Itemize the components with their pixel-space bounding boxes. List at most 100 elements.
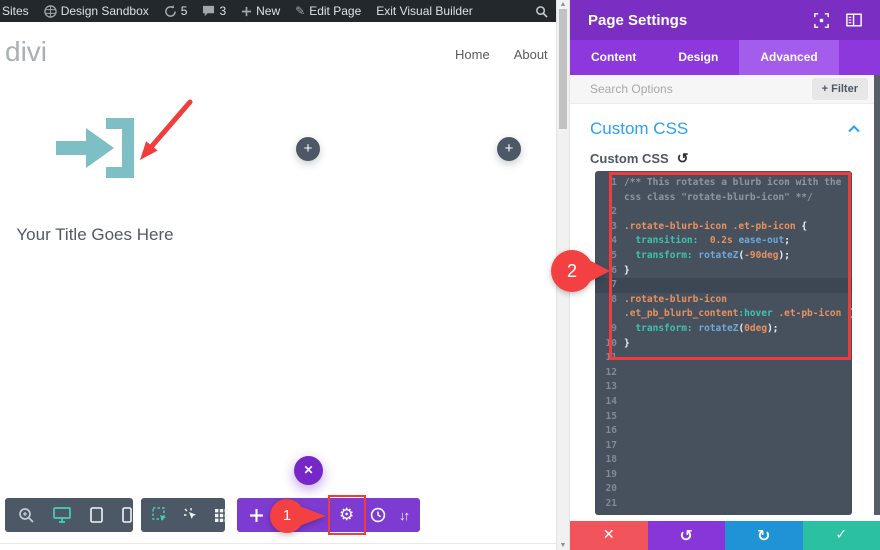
code-row: 1/** This rotates a blurb icon with the: [611, 177, 842, 188]
wp-admin-bar: Sites Design Sandbox 5 3 New ✎ Edit Page…: [0, 0, 556, 22]
code-row: 12: [605, 366, 617, 378]
step-2-number: 2: [566, 261, 577, 281]
admin-sites-label: Sites: [2, 4, 29, 18]
undo-button[interactable]: ↺: [647, 521, 725, 550]
code-row: 14: [605, 395, 617, 407]
multiselect-mode-icon[interactable]: [152, 507, 168, 523]
admin-exit-visual-builder[interactable]: Exit Visual Builder: [376, 4, 473, 18]
plus-icon: [241, 6, 252, 17]
comments-count: 3: [219, 4, 227, 18]
admin-new[interactable]: New: [241, 4, 280, 18]
tab-content[interactable]: Content: [570, 40, 657, 75]
code-editor-lines: 1/** This rotates a blurb icon with the c…: [595, 176, 852, 512]
search-options-input[interactable]: [590, 82, 812, 96]
code-row: 21: [605, 498, 617, 510]
pencil-icon: ✎: [295, 4, 306, 18]
divi-visual-builder: Sites Design Sandbox 5 3 New ✎ Edit Page…: [0, 0, 880, 550]
preview-bottom-divider: [0, 543, 556, 544]
panel-layout-icon[interactable]: [846, 13, 862, 27]
code-row: 16: [605, 425, 617, 437]
search-options-row: + Filter: [570, 75, 880, 104]
scroll-up-arrow[interactable]: ▲: [557, 1, 569, 8]
redo-button[interactable]: ↻: [725, 521, 803, 550]
add-section-icon[interactable]: [249, 498, 264, 532]
section-title: Custom CSS: [590, 119, 689, 138]
chevron-up-icon[interactable]: [848, 120, 860, 138]
custom-css-field-row: Custom CSS ↺: [590, 150, 688, 167]
panel-scrollbar-thumb[interactable]: [874, 75, 880, 515]
reset-icon[interactable]: ↺: [677, 150, 689, 167]
custom-css-code-editor[interactable]: 1/** This rotates a blurb icon with the c…: [595, 171, 852, 515]
grid-mode-icon[interactable]: [214, 508, 229, 523]
code-row: 13: [605, 381, 617, 393]
annotation-step-2: 2: [551, 250, 610, 292]
hover-mode-icon[interactable]: [183, 507, 199, 523]
admin-site-name[interactable]: Design Sandbox: [43, 4, 149, 18]
search-icon: [535, 5, 548, 18]
code-row: 7: [595, 278, 852, 293]
page-settings-panel: Page Settings ContentDesignAdvanced + Fi…: [570, 0, 880, 550]
code-row: css class "rotate-blurb-icon" **/: [624, 191, 813, 203]
admin-updates[interactable]: 5: [164, 4, 188, 18]
new-label: New: [256, 4, 281, 18]
code-row: 20: [605, 483, 617, 495]
tab-advanced[interactable]: Advanced: [739, 40, 839, 75]
admin-search[interactable]: [535, 5, 548, 18]
panel-title: Page Settings: [588, 11, 688, 29]
annotation-step-1: 1: [270, 499, 326, 533]
admin-edit-page[interactable]: ✎ Edit Page: [295, 4, 361, 18]
discard-button[interactable]: ✕: [570, 521, 648, 550]
panel-header[interactable]: Page Settings: [570, 0, 880, 40]
blurb-title: Your Title Goes Here: [16, 225, 174, 244]
admin-comments[interactable]: 3: [202, 4, 226, 18]
code-row: 10}: [605, 337, 630, 349]
history-clock-icon[interactable]: [370, 498, 386, 532]
toolbar-view-modes: [5, 498, 133, 532]
custom-css-section-header[interactable]: Custom CSS: [570, 112, 880, 146]
blurb-arrow-bracket-icon[interactable]: [56, 116, 134, 180]
page-settings-gear-icon[interactable]: ⚙: [339, 498, 354, 532]
admin-my-sites[interactable]: Sites: [2, 4, 29, 18]
site-logo[interactable]: divi: [5, 36, 47, 68]
toolbar-builder-actions: ⚙ ↓↑: [237, 498, 420, 532]
tablet-view-icon[interactable]: [90, 507, 103, 523]
code-row: .et_pb_blurb_content:hover .et-pb-icon {: [624, 308, 852, 320]
nav-link-home[interactable]: Home: [455, 47, 490, 62]
code-row: 2: [611, 206, 617, 218]
add-module-button[interactable]: +: [296, 137, 320, 161]
code-row: 8 .rotate-blurb-icon: [611, 293, 727, 305]
comments-icon: [202, 5, 215, 17]
zoom-icon[interactable]: [18, 507, 34, 523]
site-icon: [43, 4, 57, 18]
code-row: 15: [605, 410, 617, 422]
desktop-view-icon[interactable]: [53, 507, 71, 523]
phone-view-icon[interactable]: [122, 507, 132, 523]
tab-design[interactable]: Design: [657, 40, 739, 75]
code-row: 5 transform: rotateZ(-90deg);: [611, 249, 790, 261]
toolbar-interaction-modes: [141, 498, 228, 532]
code-row: 3 .rotate-blurb-icon .et-pb-icon {: [611, 220, 808, 232]
snap-panel-icon[interactable]: [814, 12, 829, 28]
action-bar: ✕ ↺ ↻ ✓: [570, 521, 880, 550]
exit-label: Exit Visual Builder: [376, 4, 473, 18]
updates-count: 5: [180, 4, 188, 18]
code-row: 6}: [611, 264, 630, 276]
code-row: 11: [605, 352, 617, 364]
step-1-number: 1: [282, 507, 292, 524]
scrollbar-thumb[interactable]: [559, 9, 567, 129]
save-button[interactable]: ✓: [802, 521, 880, 550]
nav-link-about[interactable]: About: [514, 47, 548, 62]
filter-button[interactable]: + Filter: [811, 78, 868, 100]
code-row: 9 transform: rotateZ(0deg);: [611, 322, 779, 334]
edit-page-label: Edit Page: [309, 4, 362, 18]
scroll-down-arrow[interactable]: ▼: [557, 542, 569, 549]
code-row: 18: [605, 454, 617, 466]
portability-icon[interactable]: ↓↑: [399, 498, 410, 532]
updates-icon: [164, 4, 177, 18]
add-column-button[interactable]: +: [497, 137, 521, 161]
close-section-button[interactable]: ✕: [294, 456, 323, 485]
panel-tabs: Content Design Advanced: [570, 40, 880, 75]
site-name-label: Design Sandbox: [60, 4, 149, 18]
page-preview: divi Home About Your Title Goes Here + + …: [0, 22, 556, 550]
preview-nav: Home About: [455, 47, 548, 62]
